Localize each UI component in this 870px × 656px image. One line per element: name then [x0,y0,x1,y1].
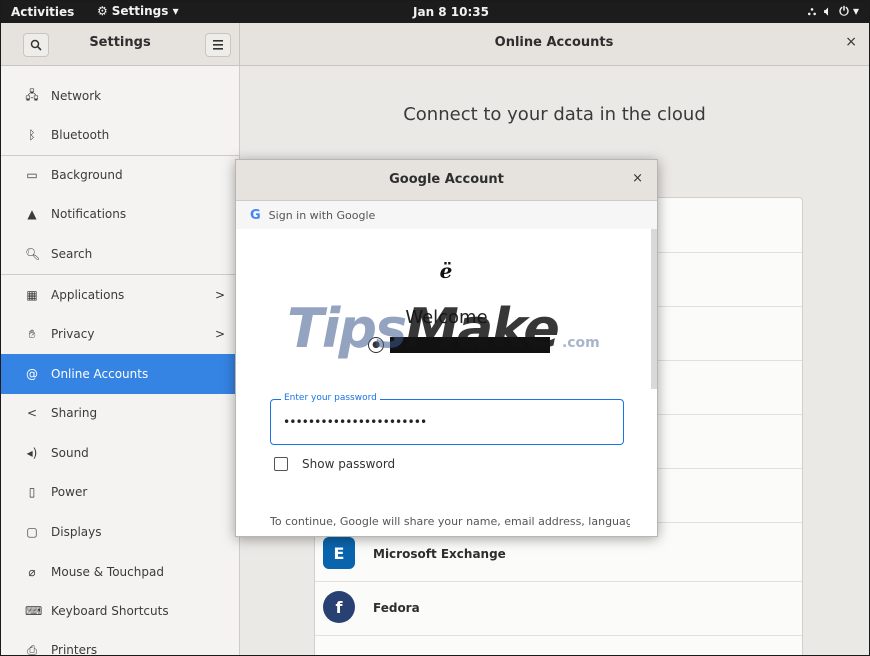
displays-icon: ▢ [26,525,38,539]
notifications-icon: ▲ [27,207,37,221]
provider-label: Fedora [373,601,420,615]
sidebar-title: Settings [89,35,151,50]
clock[interactable]: Jan 8 10:35 [413,5,489,19]
sidebar-item-printers[interactable]: ⎙ Printers [1,630,239,656]
dialog-title: Google Account [389,172,504,187]
sidebar-item-label: Sharing [51,406,98,420]
sidebar: 🖧︎ Network ᛒ Bluetooth ▭ Background ▲ No… [1,66,240,656]
sidebar-item-label: Sound [51,446,89,460]
sidebar-item-label: Notifications [51,207,127,221]
app-menu-label: Settings ▾ [111,4,179,18]
volume-icon: 🔈︎ [824,4,832,18]
sidebar-item-search[interactable]: 🔍︎ Search [1,234,239,274]
power-icon: ⏻ ▾ [839,4,859,18]
dialog-header: Google Account × [236,160,657,201]
activities-button[interactable]: Activities [11,5,74,19]
top-bar: Activities ⚙ Settings ▾ Jan 8 10:35 ⛬ 🔈︎… [1,1,869,23]
screen: Activities ⚙ Settings ▾ Jan 8 10:35 ⛬ 🔈︎… [0,0,870,656]
sidebar-item-background[interactable]: ▭ Background [1,155,239,195]
chevron-right-icon: > [214,327,225,341]
main-heading: Connect to your data in the cloud [403,104,706,125]
gear-icon: ⚙ [97,4,108,18]
privacy-icon: ✋︎ [28,326,36,341]
consent-notice: To continue, Google will share your name… [270,515,630,528]
dialog-body: ℯ̈ Welcome ● Enter your password Show pa… [236,229,657,536]
account-circle-icon: ● [368,337,384,353]
sidebar-item-displays[interactable]: ▢ Displays [1,512,239,552]
sidebar-item-label: Mouse & Touchpad [51,565,164,579]
header-bar: Settings Online Accounts × [1,23,869,66]
network-icon: 🖧︎ [25,87,39,102]
sidebar-item-sound[interactable]: ◂) Sound [1,433,239,473]
chevron-right-icon: > [214,288,225,302]
sidebar-item-label: Bluetooth [51,128,110,142]
google-icon: G [250,207,261,223]
dialog-close-button[interactable]: × [632,171,643,186]
sidebar-item-mouse-touchpad[interactable]: ⌀ Mouse & Touchpad [1,552,239,592]
sidebar-item-label: Displays [51,525,102,539]
window-close-button[interactable]: × [845,34,857,50]
search-icon: 🔍︎ [25,247,41,261]
sidebar-item-label: Keyboard Shortcuts [51,604,169,618]
sound-icon: ◂) [26,446,38,460]
sidebar-header: Settings [1,23,240,65]
keyboard-icon: ⌨︎ [25,604,43,618]
mouse-icon: ⌀ [28,565,36,579]
network-icon: ⛬ [807,4,817,18]
printer-icon: ⎙ [27,642,37,656]
sidebar-item-bluetooth[interactable]: ᛒ Bluetooth [1,115,239,155]
show-password-label: Show password [302,457,396,471]
account-chip[interactable]: ● [368,337,550,353]
password-field[interactable]: Enter your password [270,393,624,445]
sidebar-item-applications[interactable]: ▦ Applications > [1,275,239,315]
hamburger-icon [213,40,223,50]
show-password-checkbox[interactable] [274,457,288,471]
sidebar-item-power[interactable]: ▯ Power [1,472,239,512]
provider-row-fedora[interactable]: f Fedora [315,581,802,636]
app-menu[interactable]: ⚙ Settings ▾ [97,4,179,18]
applications-icon: ▦ [26,288,38,302]
exchange-icon: E [323,537,355,569]
sidebar-item-notifications[interactable]: ▲ Notifications [1,194,239,234]
sidebar-item-label: Network [51,89,102,103]
sidebar-item-network[interactable]: 🖧︎ Network [1,76,239,116]
password-label: Enter your password [281,393,380,403]
sidebar-item-sharing[interactable]: < Sharing [1,393,239,433]
sidebar-item-label: Power [51,485,88,499]
sharing-icon: < [26,406,38,420]
sidebar-item-label: Printers [51,643,98,656]
status-area[interactable]: ⛬ 🔈︎ ⏻ ▾ [808,4,859,19]
sidebar-item-privacy[interactable]: ✋︎ Privacy > [1,314,239,354]
sidebar-item-label: Online Accounts [51,367,149,381]
sidebar-item-label: Background [51,168,123,182]
sidebar-item-label: Privacy [51,327,95,341]
sign-in-text: Sign in with Google [268,208,376,222]
redacted-email [390,337,550,353]
gnome-foot-icon: ℯ̈ [439,259,453,283]
sidebar-item-label: Applications [51,288,125,302]
show-password-toggle[interactable]: Show password [274,457,395,471]
sign-in-bar: G Sign in with Google [236,201,657,230]
bluetooth-icon: ᛒ [28,128,36,142]
google-account-dialog: Google Account × G Sign in with Google ℯ… [235,159,658,537]
sidebar-item-keyboard-shortcuts[interactable]: ⌨︎ Keyboard Shortcuts [1,591,239,631]
online-accounts-icon: @ [26,367,38,381]
sidebar-item-label: Search [51,247,93,261]
welcome-heading: Welcome [405,307,488,328]
background-icon: ▭ [26,168,38,182]
provider-label: Microsoft Exchange [373,547,506,561]
password-input[interactable] [281,414,605,430]
dialog-scrollbar[interactable] [651,229,657,389]
fedora-icon: f [323,591,355,623]
sidebar-item-online-accounts[interactable]: @ Online Accounts [1,354,239,394]
menu-button[interactable] [205,33,231,57]
page-title: Online Accounts [494,35,614,50]
power-icon: ▯ [28,485,36,499]
